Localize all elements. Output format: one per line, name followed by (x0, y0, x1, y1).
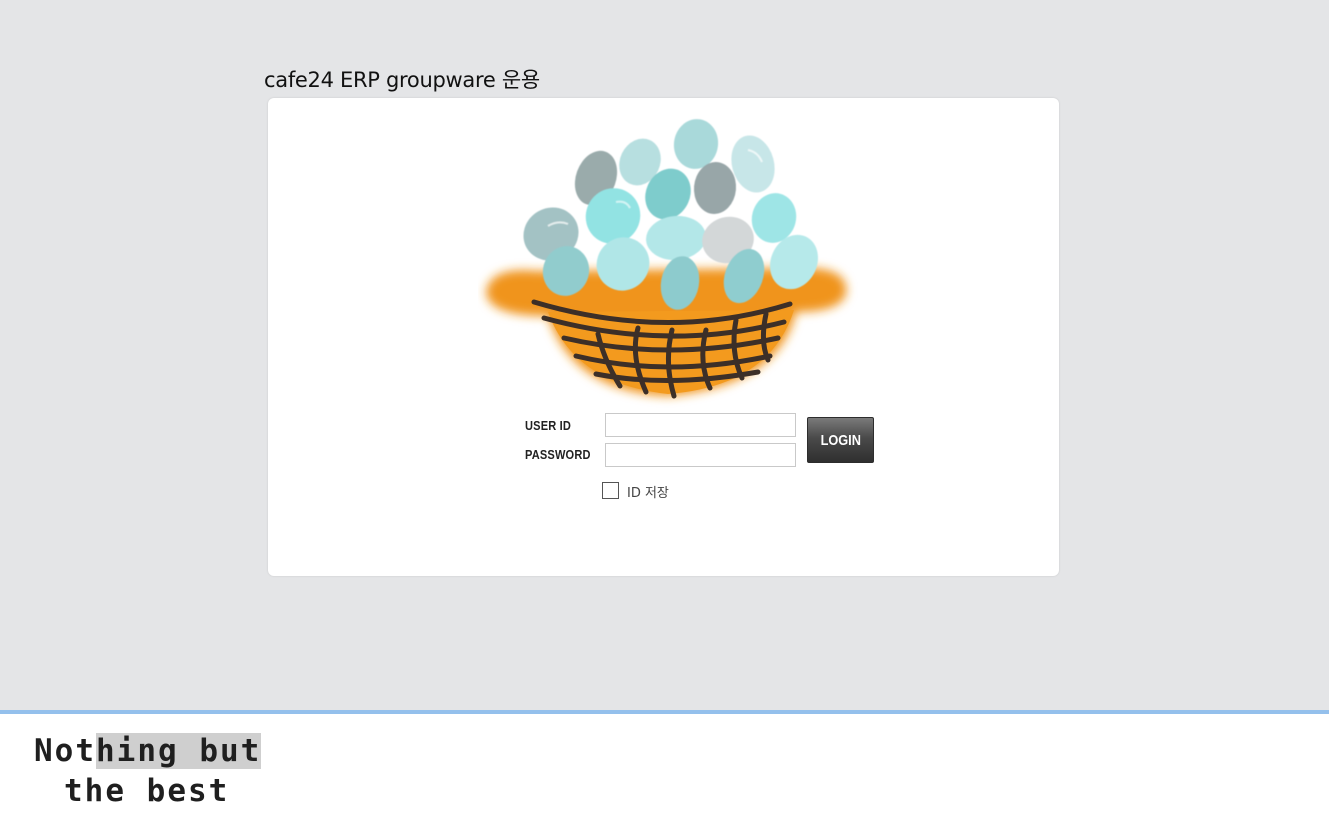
app-title: cafe24 ERP groupware 운용 (264, 68, 540, 92)
login-button-label: LOGIN (820, 431, 861, 449)
password-input[interactable] (605, 443, 796, 467)
egg-basket-logo-icon (486, 119, 847, 399)
login-button[interactable]: LOGIN (807, 417, 874, 463)
save-id-label[interactable]: ID 저장 (627, 482, 669, 501)
save-id-row[interactable]: ID 저장 (602, 479, 669, 501)
slogan-line-1: Nothing but (34, 731, 264, 771)
slogan: Nothing but the best (34, 731, 264, 811)
slogan-line-2: the best (64, 773, 230, 809)
password-label: PASSWORD (525, 447, 591, 462)
footer-divider (0, 710, 1329, 714)
login-card: USER ID PASSWORD LOGIN ID 저장 (268, 98, 1059, 576)
user-id-label: USER ID (525, 418, 572, 433)
slogan-highlight: hing but (96, 733, 262, 769)
user-id-input[interactable] (605, 413, 796, 437)
save-id-checkbox[interactable] (602, 481, 619, 499)
page-background: cafe24 ERP groupware 운용 USER ID PASSWORD… (0, 0, 1329, 710)
slogan-text: Not (34, 733, 96, 769)
